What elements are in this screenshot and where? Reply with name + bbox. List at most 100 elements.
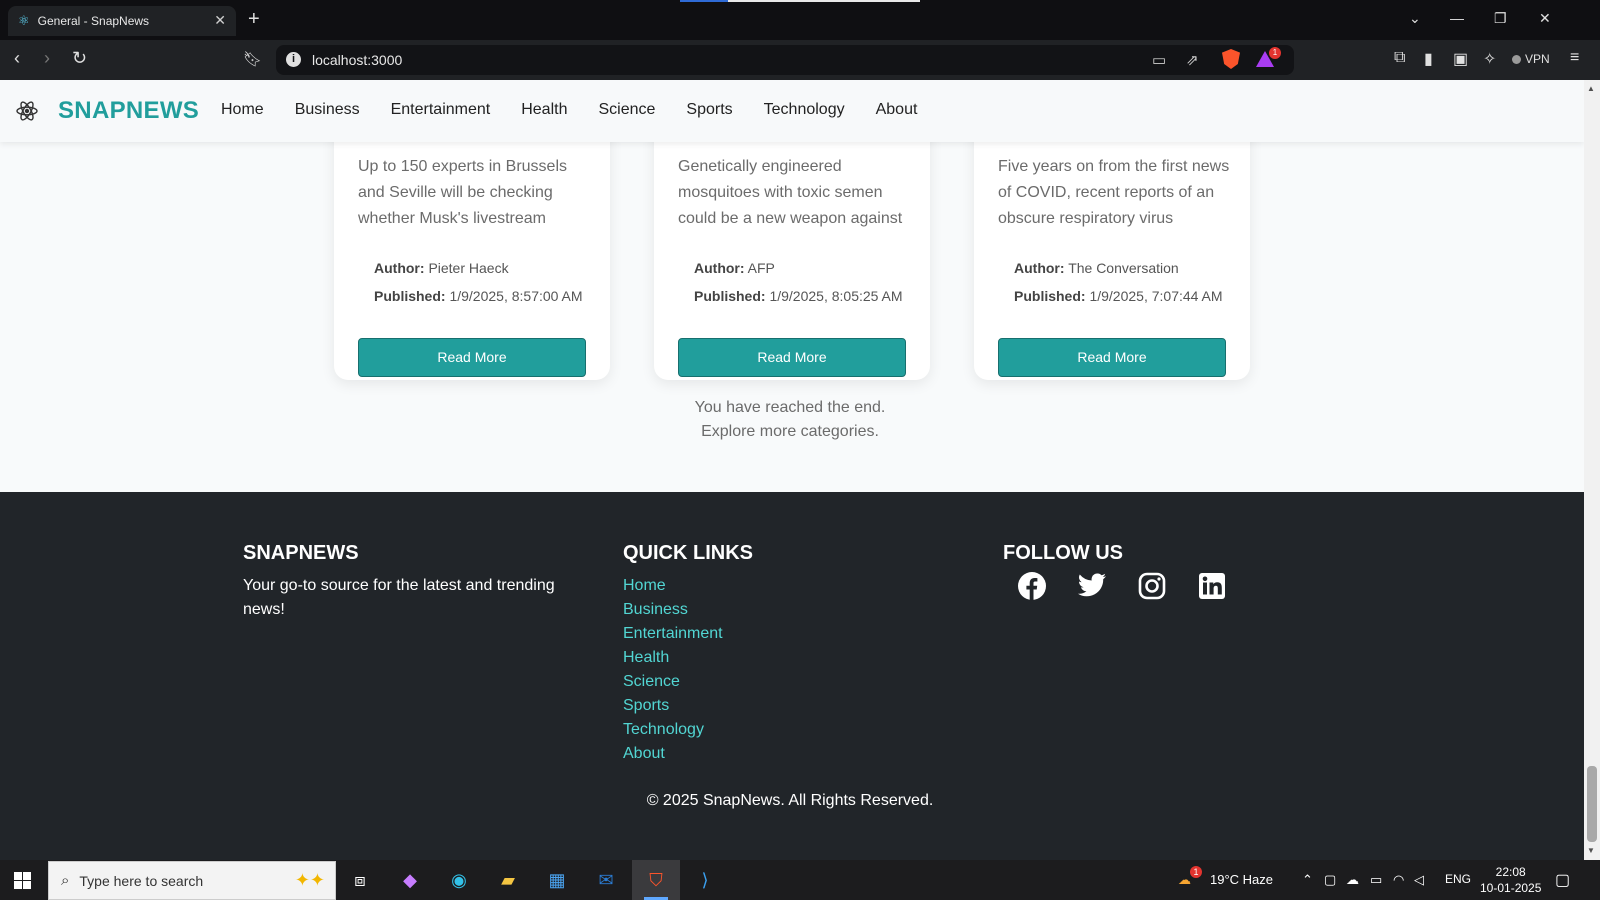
copilot-icon[interactable]: ◆ bbox=[396, 866, 424, 894]
scroll-down-icon[interactable]: ▼ bbox=[1587, 846, 1595, 855]
language-indicator[interactable]: ENG bbox=[1445, 872, 1471, 886]
read-more-button[interactable]: Read More bbox=[998, 338, 1226, 377]
site-info-icon[interactable]: i bbox=[286, 52, 301, 67]
browser-tab[interactable]: ⚛ General - SnapNews ✕ bbox=[8, 6, 236, 36]
linkedin-icon[interactable] bbox=[1196, 570, 1228, 602]
site-footer: SNAPNEWS Your go-to source for the lates… bbox=[0, 492, 1584, 860]
nav-entertainment[interactable]: Entertainment bbox=[391, 101, 491, 119]
minimize-button[interactable]: — bbox=[1450, 10, 1464, 26]
snapnews-logo-icon[interactable] bbox=[16, 100, 38, 122]
footer-link-sports[interactable]: Sports bbox=[623, 694, 723, 718]
copyright-text: © 2025 SnapNews. All Rights Reserved. bbox=[646, 792, 934, 809]
edge-icon[interactable]: ◉ bbox=[445, 866, 473, 894]
weather-icon[interactable]: ☁ bbox=[1178, 872, 1191, 888]
nav-business[interactable]: Business bbox=[295, 101, 360, 119]
nav-about[interactable]: About bbox=[876, 101, 918, 119]
card-published: 1/9/2025, 8:57:00 AM bbox=[449, 288, 583, 304]
site-navbar: SNAPNEWS Home Business Entertainment Hea… bbox=[0, 80, 1584, 142]
battery-icon[interactable]: ▭ bbox=[1370, 872, 1382, 888]
share-icon[interactable]: ⇗ bbox=[1186, 51, 1199, 69]
meet-now-icon[interactable]: ▢ bbox=[1324, 872, 1336, 888]
leo-ai-icon[interactable]: ✧ bbox=[1483, 49, 1496, 69]
outlook-icon[interactable]: ✉ bbox=[592, 866, 620, 894]
bookmark-icon[interactable]: 🔖︎ bbox=[243, 50, 262, 68]
task-view-icon[interactable]: ⧈ bbox=[346, 866, 374, 894]
forward-button[interactable]: › bbox=[44, 48, 50, 69]
nav-health[interactable]: Health bbox=[521, 101, 567, 119]
read-more-button[interactable]: Read More bbox=[678, 338, 906, 377]
footer-link-about[interactable]: About bbox=[623, 742, 723, 766]
follow-us-title: FOLLOW US bbox=[1003, 542, 1123, 564]
wifi-icon[interactable]: ◠ bbox=[1393, 872, 1404, 888]
weather-badge: 1 bbox=[1190, 866, 1202, 878]
published-label: Published: bbox=[1014, 288, 1086, 304]
nav-home[interactable]: Home bbox=[221, 101, 264, 119]
footer-link-science[interactable]: Science bbox=[623, 670, 723, 694]
brave-browser-icon[interactable]: ⛉ bbox=[642, 866, 670, 894]
back-button[interactable]: ‹ bbox=[14, 48, 20, 69]
menu-icon[interactable]: ≡ bbox=[1570, 49, 1579, 67]
tab-close-icon[interactable]: ✕ bbox=[214, 12, 226, 29]
scroll-up-icon[interactable]: ▲ bbox=[1587, 84, 1595, 93]
search-icon: ⌕ bbox=[61, 872, 70, 889]
footer-link-technology[interactable]: Technology bbox=[623, 718, 723, 742]
url-text[interactable]: localhost:3000 bbox=[312, 52, 402, 68]
vpn-label: VPN bbox=[1525, 52, 1550, 66]
end-message-line: You have reached the end. bbox=[694, 399, 886, 416]
card-description: Up to 150 experts in Brussels and Sevill… bbox=[358, 158, 567, 227]
tab-search-chevron-icon[interactable]: ⌄ bbox=[1409, 10, 1421, 27]
reload-button[interactable]: ↻ bbox=[72, 48, 87, 69]
wallet-icon[interactable]: ▣ bbox=[1453, 49, 1468, 69]
sidebar-icon[interactable]: ▮ bbox=[1424, 49, 1433, 69]
footer-brand-title: SNAPNEWS bbox=[243, 542, 359, 564]
footer-link-entertainment[interactable]: Entertainment bbox=[623, 622, 723, 646]
microsoft-store-icon[interactable]: ▦ bbox=[543, 866, 571, 894]
brave-shields-icon[interactable] bbox=[1222, 49, 1240, 69]
vscode-icon[interactable]: ⟩ bbox=[691, 866, 719, 894]
onedrive-icon[interactable]: ☁ bbox=[1346, 872, 1359, 888]
loading-indicator bbox=[680, 0, 920, 2]
facebook-icon[interactable] bbox=[1016, 570, 1048, 602]
notification-icon[interactable]: ▢ bbox=[1555, 870, 1570, 890]
footer-link-health[interactable]: Health bbox=[623, 646, 723, 670]
site-brand[interactable]: SNAPNEWS bbox=[58, 97, 199, 125]
clock-date: 10-01-2025 bbox=[1480, 881, 1542, 895]
published-label: Published: bbox=[694, 288, 766, 304]
news-card: Up to 150 experts in Brussels and Sevill… bbox=[334, 100, 610, 380]
card-meta: Author: The Conversation Published: 1/9/… bbox=[1014, 257, 1234, 308]
address-bar[interactable]: i localhost:3000 ▭ ⇗ 1 bbox=[276, 45, 1294, 75]
footer-link-home[interactable]: Home bbox=[623, 574, 723, 598]
taskbar-clock[interactable]: 22:08 10-01-2025 bbox=[1480, 864, 1541, 896]
card-description: Five years on from the first news of COV… bbox=[998, 158, 1230, 227]
end-of-feed-message: You have reached the end. Explore more c… bbox=[590, 396, 990, 444]
quick-links: Home Business Entertainment Health Scien… bbox=[623, 574, 723, 766]
card-description: Genetically engineered mosquitoes with t… bbox=[678, 158, 903, 227]
card-meta: Author: Pieter Haeck Published: 1/9/2025… bbox=[374, 257, 594, 308]
close-window-button[interactable]: ✕ bbox=[1539, 10, 1551, 27]
weather-text[interactable]: 19°C Haze bbox=[1210, 872, 1273, 887]
footer-tagline: Your go-to source for the latest and tre… bbox=[243, 577, 555, 618]
quick-links-title: QUICK LINKS bbox=[623, 542, 753, 564]
vpn-button[interactable]: VPN bbox=[1512, 52, 1550, 66]
file-explorer-icon[interactable]: ▰ bbox=[494, 866, 522, 894]
new-tab-button[interactable]: + bbox=[248, 8, 260, 31]
card-author: The Conversation bbox=[1068, 260, 1179, 276]
nav-sports[interactable]: Sports bbox=[686, 101, 732, 119]
cast-icon[interactable]: ▭ bbox=[1152, 51, 1166, 69]
extensions-icon[interactable]: ⧉ bbox=[1394, 49, 1405, 67]
volume-icon[interactable]: ◁ bbox=[1414, 872, 1424, 888]
windows-start-icon[interactable] bbox=[14, 872, 31, 889]
nav-science[interactable]: Science bbox=[598, 101, 655, 119]
footer-link-business[interactable]: Business bbox=[623, 598, 723, 622]
nav-technology[interactable]: Technology bbox=[764, 101, 845, 119]
instagram-icon[interactable] bbox=[1136, 570, 1168, 602]
twitter-icon[interactable] bbox=[1076, 570, 1108, 602]
tray-chevron-up-icon[interactable]: ⌃ bbox=[1302, 872, 1313, 888]
taskbar-search-box[interactable]: ⌕ Type here to search ✦✦ bbox=[48, 861, 336, 900]
published-label: Published: bbox=[374, 288, 446, 304]
read-more-button[interactable]: Read More bbox=[358, 338, 586, 377]
browser-tabbar: ⚛ General - SnapNews ✕ + ⌄ — ❐ ✕ bbox=[0, 0, 1600, 40]
scrollbar-thumb[interactable] bbox=[1587, 766, 1597, 842]
page-scrollbar[interactable]: ▲ ▼ bbox=[1584, 80, 1600, 860]
restore-button[interactable]: ❐ bbox=[1494, 10, 1507, 27]
